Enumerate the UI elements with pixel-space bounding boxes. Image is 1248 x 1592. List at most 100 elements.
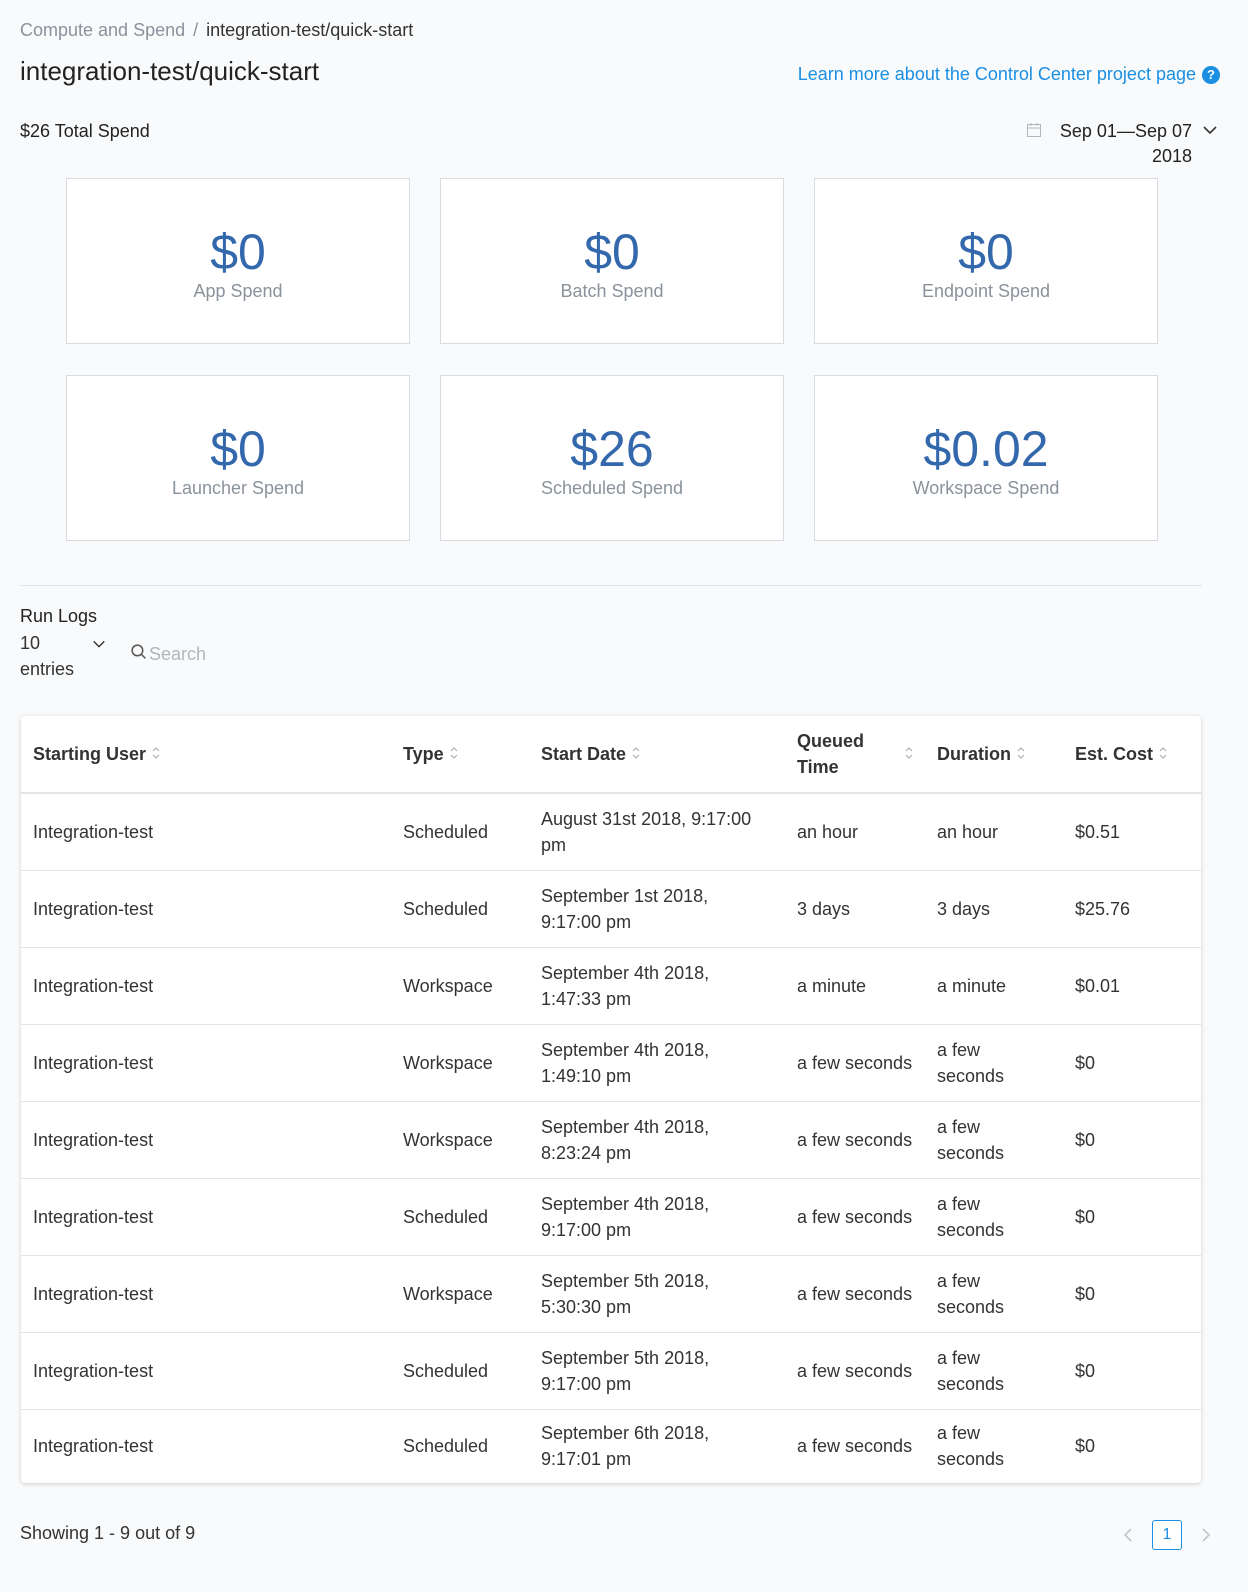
cell-start-date: September 4th 2018, 9:17:00 pm [529,1178,785,1256]
card-value: $0 [210,420,266,477]
cell-duration: a few seconds [925,1332,1063,1410]
header-label: Queued Time [797,731,865,777]
card-label: Workspace Spend [912,477,1060,498]
card-value: $0 [958,223,1014,280]
run-logs-title: Run Logs [20,606,98,626]
cell-type: Scheduled [403,1436,489,1457]
page-title: integration-test/quick-start [20,56,320,86]
learn-more-link[interactable]: Learn more about the Control Center proj… [798,64,1220,85]
card-label: Launcher Spend [171,477,305,498]
card-value: $0 [584,223,640,280]
card-label: Endpoint Spend [921,280,1051,301]
chevron-down-icon [92,632,106,658]
cell-start-date: September 6th 2018, 9:17:01 pm [541,1423,710,1470]
sort-icon [632,741,640,767]
learn-more-label: Learn more about the Control Center proj… [797,64,1196,84]
card-workspace-spend: $0.02 Workspace Spend [814,375,1158,541]
column-header-queued-time[interactable]: Queued Time [785,716,925,794]
cell-type: Scheduled [391,870,529,948]
cell-type: Workspace [391,1101,529,1179]
help-icon: ? [1202,65,1220,84]
cell-est-cost: $0 [1063,1332,1201,1410]
previous-page-button[interactable] [1116,1520,1140,1550]
table-row: Integration-test Workspace September 4th… [21,947,1201,1025]
cell-user: Integration-test [21,1024,391,1102]
cell-est-cost: $0 [1063,1255,1201,1333]
card-value: $0 [210,223,266,280]
entries-select[interactable]: 10 entries [20,630,110,682]
cell-est-cost: $0.01 [1063,947,1201,1025]
cell-type: Scheduled [391,1332,529,1410]
cell-type: Workspace [391,1024,529,1102]
cell-start-date: September 4th 2018, 8:23:24 pm [529,1101,785,1179]
cell-user: Integration-test [21,947,391,1025]
column-header-starting-user[interactable]: Starting User [21,716,391,794]
cell-duration: a few seconds [925,1178,1063,1256]
table-row: Integration-test Workspace September 4th… [21,1024,1201,1102]
sort-icon [450,741,458,767]
cell-est-cost: $0 [1063,1101,1201,1179]
date-range-line2: 2018 [1151,146,1192,166]
card-label: Batch Spend [560,280,664,301]
cell-queued-time: 3 days [785,870,925,948]
card-endpoint-spend: $0 Endpoint Spend [814,178,1158,344]
table-row: Integration-test Scheduled September 4th… [21,1178,1201,1256]
table-row: Integration-test Scheduled September 5th… [21,1332,1201,1410]
cell-queued-time: a few seconds [785,1255,925,1333]
column-header-duration[interactable]: Duration [925,716,1063,794]
cell-user: Integration-test [21,870,391,948]
cell-user: Integration-test [21,793,391,871]
cell-duration: a few seconds [925,1024,1063,1102]
table-row: Integration-test Scheduled September 1st… [21,870,1201,948]
card-value: $0.02 [923,420,1049,477]
sort-icon [905,741,913,767]
cell-queued-time: a minute [785,947,925,1025]
cell-queued-time: a few seconds [785,1024,925,1102]
cell-queued-time: a few seconds [785,1178,925,1256]
sort-icon [1017,741,1025,767]
card-launcher-spend: $0 Launcher Spend [66,375,410,541]
column-header-type[interactable]: Type [391,716,529,794]
section-divider [20,585,1202,586]
chevron-right-icon [1202,1528,1211,1542]
search-box[interactable] [130,643,309,665]
chevron-down-icon [1202,122,1218,143]
card-label: Scheduled Spend [540,477,684,498]
cell-user: Integration-test [21,1255,391,1333]
cell-est-cost: $25.76 [1063,870,1201,948]
cell-queued-time: a few seconds [785,1101,925,1179]
cell-duration: a few seconds [925,1255,1063,1333]
card-label: App Spend [193,280,283,301]
cell-duration: a minute [925,947,1063,1025]
date-range-text: Sep 01—Sep 07 2018 [1052,119,1192,169]
cell-queued-time: a few seconds [797,1436,913,1457]
column-header-est-cost[interactable]: Est. Cost [1063,716,1201,794]
cell-duration: a few seconds [937,1423,1005,1470]
card-app-spend: $0 App Spend [66,178,410,344]
card-scheduled-spend: $26 Scheduled Spend [440,375,784,541]
cell-type: Workspace [391,1255,529,1333]
table-row: Integration-test Workspace September 5th… [21,1255,1201,1333]
header-label: Starting User [33,744,147,764]
calendar-icon [1026,122,1042,143]
cell-duration: a few seconds [925,1101,1063,1179]
table-row: Integration-test Scheduled August 31st 2… [21,793,1201,871]
table-row: Integration-test Workspace September 4th… [21,1101,1201,1179]
pagination-summary: Showing 1 - 9 out of 9 [20,1523,196,1543]
search-input[interactable] [149,643,309,665]
page-button-current[interactable]: 1 [1152,1520,1182,1550]
column-header-start-date[interactable]: Start Date [529,716,785,794]
breadcrumb-link-compute-and-spend[interactable]: Compute and Spend [20,20,185,41]
date-range-picker[interactable]: Sep 01—Sep 07 2018 [1026,119,1218,169]
table-header-row: Starting User Type Start Date Queued Tim… [21,716,1201,794]
cell-user: Integration-test [21,1101,391,1179]
cell-start-date: August 31st 2018, 9:17:00 pm [529,793,785,871]
cell-type: Scheduled [391,1178,529,1256]
cell-user: Integration-test [33,1436,154,1457]
cell-type: Scheduled [391,793,529,871]
entries-label: entries [20,659,75,679]
next-page-button[interactable] [1194,1520,1218,1550]
cell-start-date: September 5th 2018, 9:17:00 pm [529,1332,785,1410]
cell-user: Integration-test [21,1332,391,1410]
sort-icon [1159,741,1167,767]
